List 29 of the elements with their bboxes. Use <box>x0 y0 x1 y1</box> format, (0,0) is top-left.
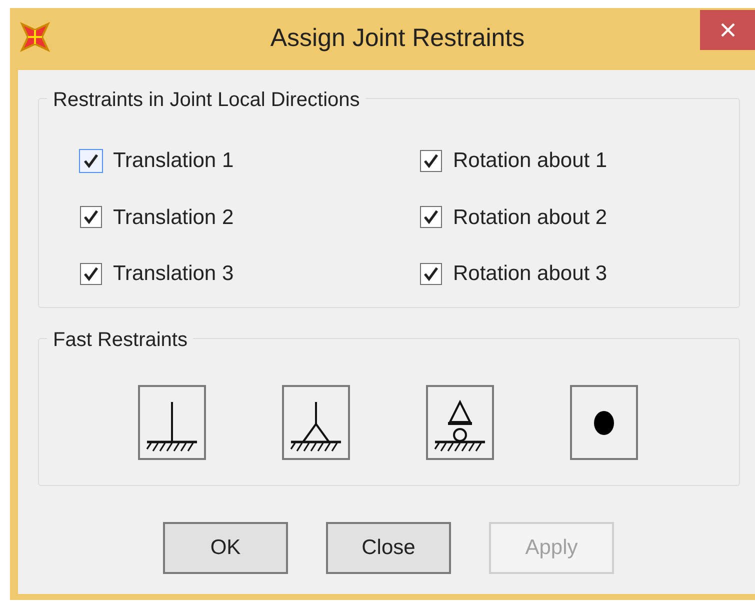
checkmark-icon <box>82 264 100 283</box>
window-title: Assign Joint Restraints <box>269 23 525 54</box>
checkmark-icon <box>422 264 440 283</box>
checkbox[interactable] <box>420 262 442 285</box>
checkbox[interactable] <box>80 150 102 172</box>
checkbox[interactable] <box>420 206 442 228</box>
checkbox-label: Rotation about 3 <box>453 261 608 287</box>
restraint-button[interactable] <box>138 385 206 460</box>
checkmark-icon <box>82 208 100 226</box>
close-icon <box>720 23 734 37</box>
checkbox[interactable] <box>80 206 102 228</box>
checkbox[interactable] <box>420 150 442 172</box>
checkbox[interactable] <box>80 262 102 285</box>
dot-icon <box>593 410 615 436</box>
app-logo-icon <box>20 22 50 52</box>
restraint-button[interactable] <box>282 385 350 460</box>
restraint-button[interactable] <box>570 385 638 460</box>
dialog-button[interactable]: OK <box>163 522 288 574</box>
checkbox-label: Rotation about 2 <box>453 204 608 230</box>
restraint-button[interactable] <box>426 385 494 460</box>
checkbox-label: Translation 1 <box>113 148 234 174</box>
close-button[interactable] <box>700 10 755 50</box>
checkbox-label: Rotation about 1 <box>453 148 608 174</box>
checkmark-icon <box>422 208 440 226</box>
dialog-button[interactable]: Close <box>326 522 451 574</box>
checkmark-icon <box>422 152 440 170</box>
checkmark-icon <box>82 152 100 170</box>
checkbox-label: Translation 2 <box>113 204 234 230</box>
checkbox-label: Translation 3 <box>113 261 234 287</box>
